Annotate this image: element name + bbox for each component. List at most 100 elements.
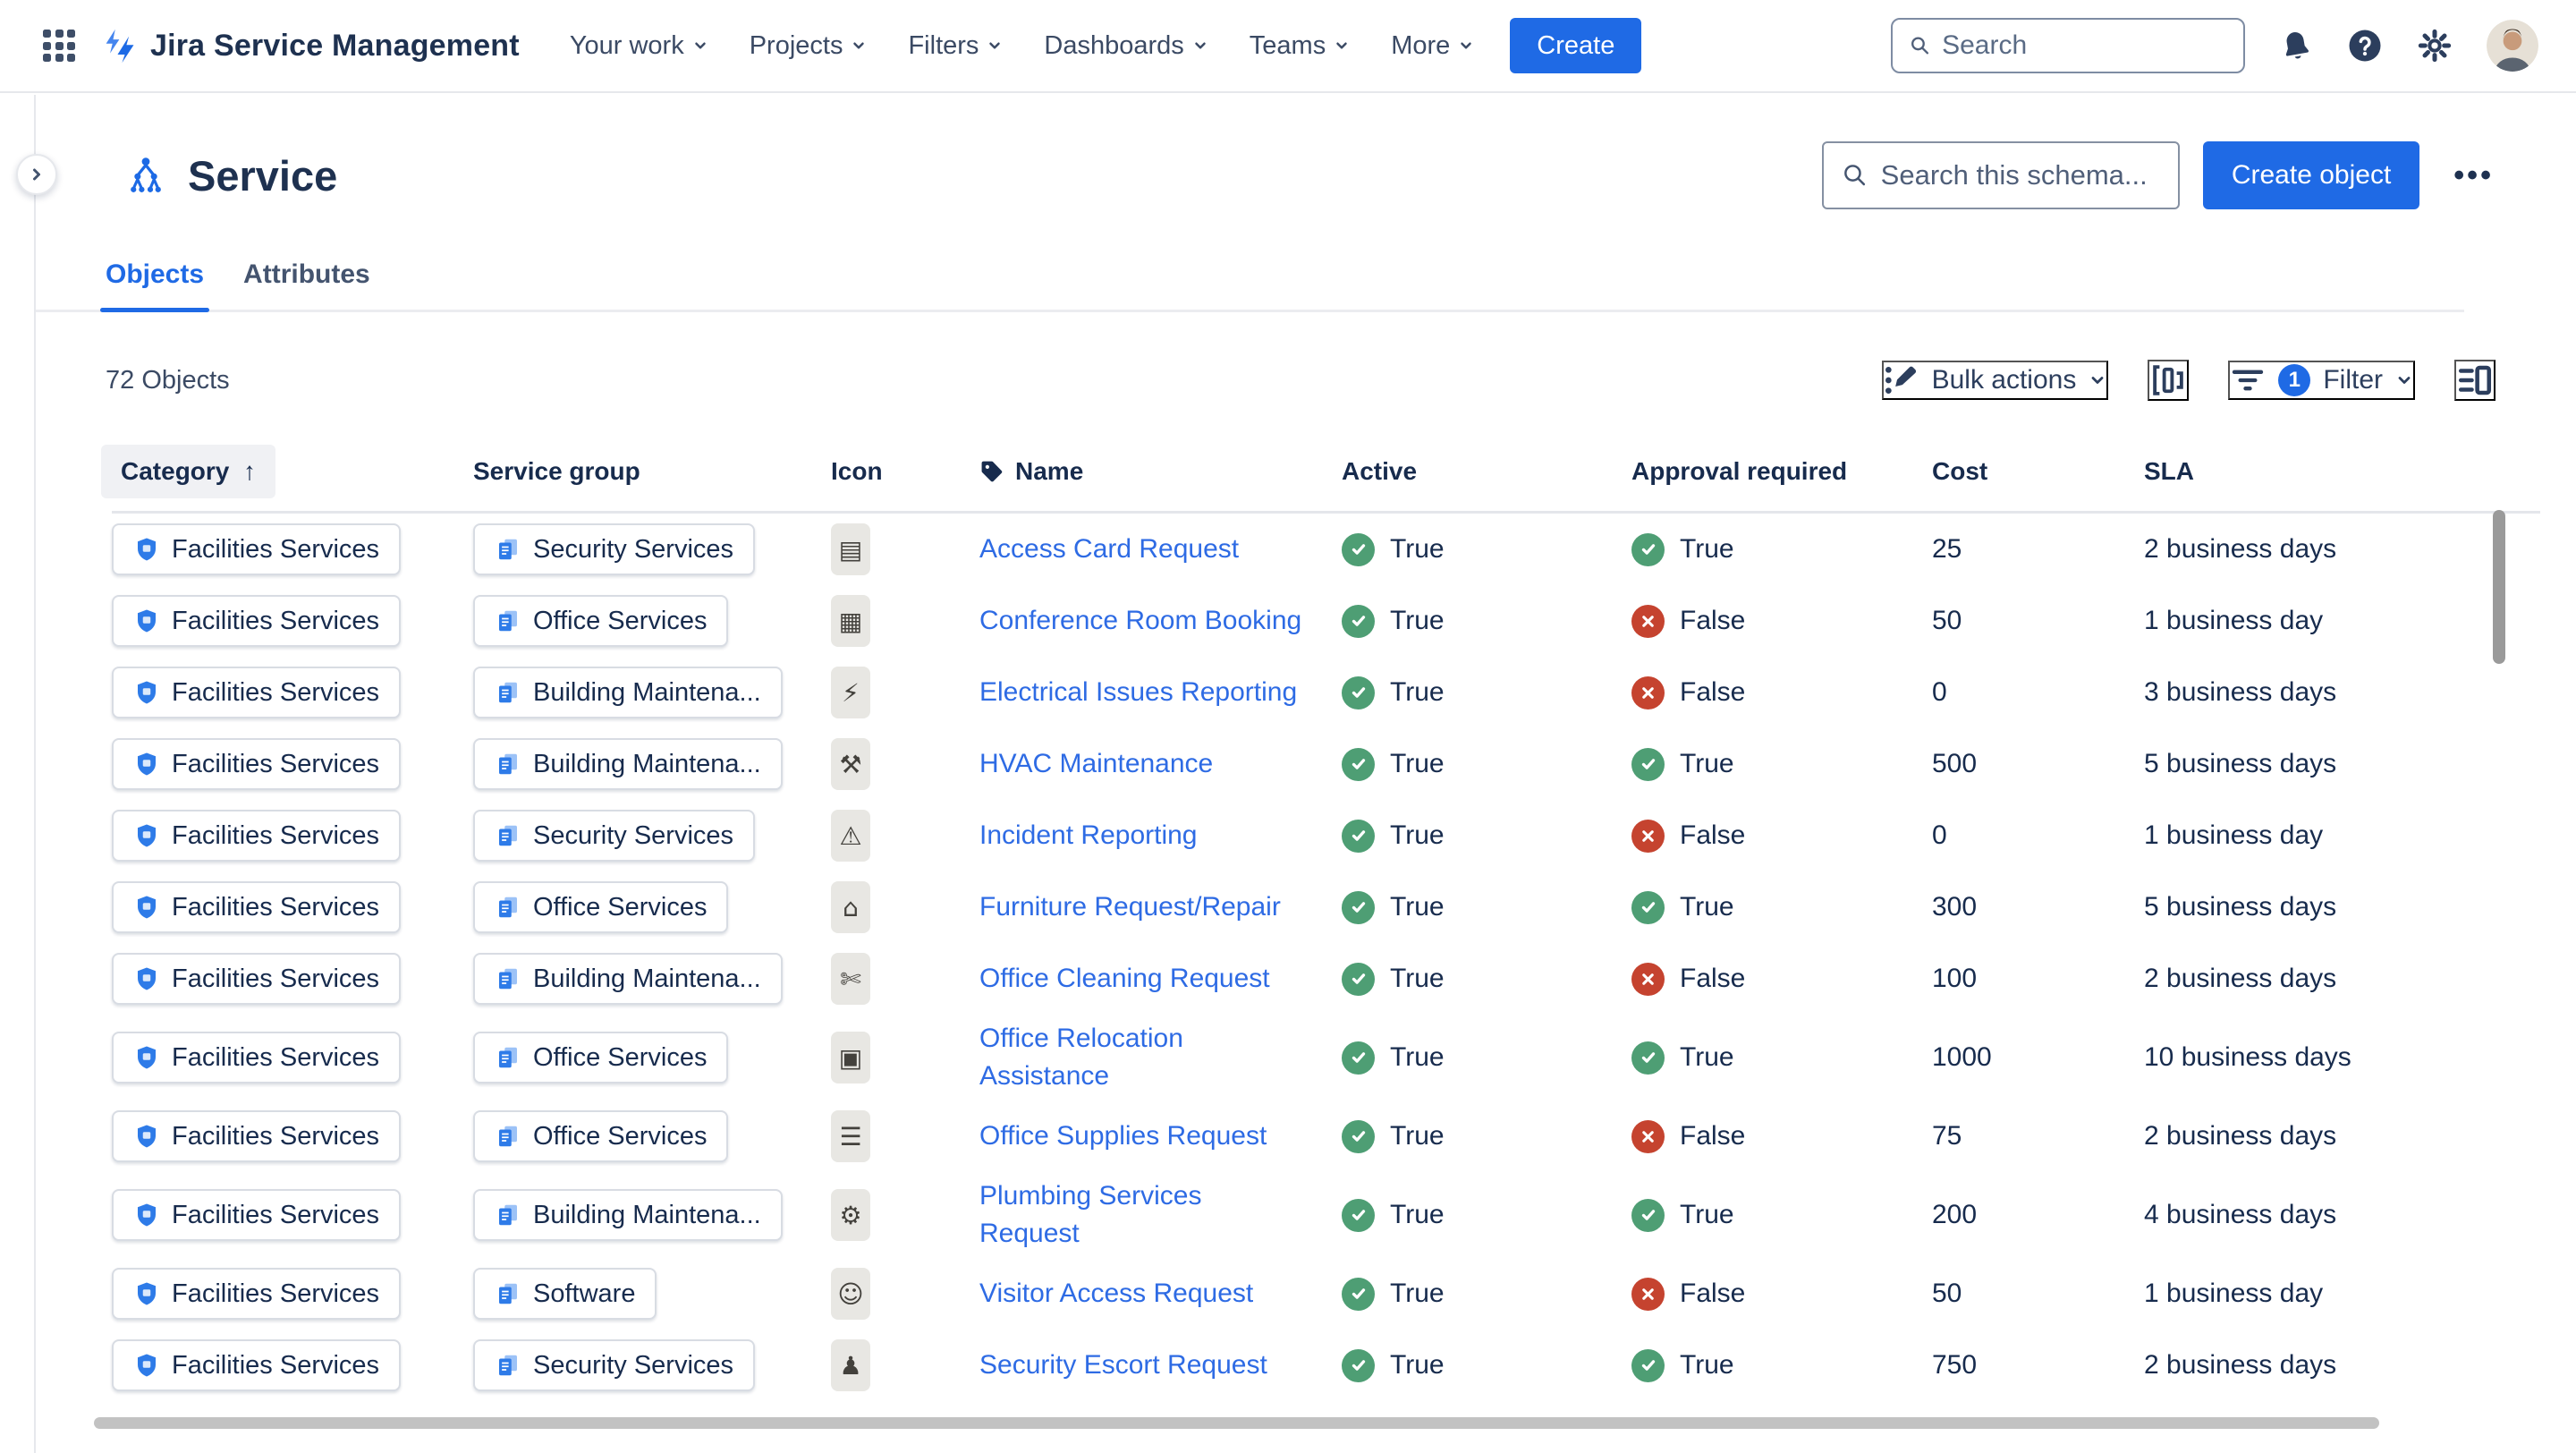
- objects-table: Category ↑ Service group Icon Name Activ…: [112, 445, 2540, 1401]
- settings-gear-icon[interactable]: [2417, 28, 2453, 64]
- service-group-chip[interactable]: Building Maintena...: [473, 953, 783, 1005]
- object-name-link[interactable]: Office Relocation Assistance: [979, 1024, 1183, 1091]
- object-name-link[interactable]: HVAC Maintenance: [979, 749, 1213, 778]
- active-value: True: [1390, 1121, 1445, 1151]
- column-header-service-group[interactable]: Service group: [473, 457, 831, 486]
- nav-item-teams[interactable]: Teams: [1250, 31, 1350, 61]
- tab-bar: Objects Attributes: [36, 259, 2464, 312]
- status-badge: [1342, 748, 1375, 781]
- app-switcher-icon[interactable]: [43, 30, 75, 62]
- category-label: Facilities Services: [172, 1351, 379, 1381]
- object-name-link[interactable]: Plumbing Services Request: [979, 1181, 1201, 1248]
- filter-button[interactable]: 1 Filter: [2228, 361, 2415, 400]
- status-badge: [1342, 1041, 1375, 1075]
- column-header-approval-required[interactable]: Approval required: [1631, 457, 1932, 486]
- check-icon: [1349, 969, 1368, 989]
- object-name-link[interactable]: Office Supplies Request: [979, 1121, 1267, 1151]
- category-chip[interactable]: Facilities Services: [112, 881, 401, 933]
- create-object-button[interactable]: Create object: [2203, 141, 2419, 209]
- category-chip[interactable]: Facilities Services: [112, 595, 401, 647]
- category-chip[interactable]: Facilities Services: [112, 1339, 401, 1391]
- tab-attributes[interactable]: Attributes: [243, 259, 370, 310]
- active-value: True: [1390, 677, 1445, 708]
- global-search-input[interactable]: [1942, 30, 2227, 61]
- category-chip[interactable]: Facilities Services: [112, 1268, 401, 1320]
- nav-item-your-work[interactable]: Your work: [570, 31, 708, 61]
- nav-item-dashboards[interactable]: Dashboards: [1044, 31, 1208, 61]
- global-search[interactable]: [1891, 18, 2245, 73]
- service-group-chip[interactable]: Office Services: [473, 1110, 728, 1162]
- category-chip[interactable]: Facilities Services: [112, 667, 401, 718]
- category-chip[interactable]: Facilities Services: [112, 953, 401, 1005]
- sla-cell: 1 business day: [2144, 1279, 2540, 1309]
- object-name-link[interactable]: Access Card Request: [979, 534, 1239, 564]
- category-chip[interactable]: Facilities Services: [112, 1110, 401, 1162]
- object-name-link[interactable]: Office Cleaning Request: [979, 964, 1270, 993]
- category-chip[interactable]: Facilities Services: [112, 810, 401, 862]
- service-group-chip[interactable]: Security Services: [473, 523, 755, 575]
- object-name-link[interactable]: Furniture Request/Repair: [979, 892, 1281, 922]
- horizontal-scrollbar-thumb[interactable]: [94, 1417, 2379, 1429]
- schema-search[interactable]: [1822, 141, 2180, 209]
- service-group-chip[interactable]: Office Services: [473, 881, 728, 933]
- category-chip[interactable]: Facilities Services: [112, 738, 401, 790]
- bulk-actions-button[interactable]: Bulk actions: [1882, 361, 2109, 400]
- service-group-chip[interactable]: Office Services: [473, 595, 728, 647]
- column-header-icon[interactable]: Icon: [831, 457, 979, 486]
- service-group-chip[interactable]: Security Services: [473, 1339, 755, 1391]
- status-badge: [1342, 605, 1375, 638]
- service-group-chip[interactable]: Building Maintena...: [473, 667, 783, 718]
- more-actions-button[interactable]: •••: [2443, 158, 2504, 193]
- jira-logo[interactable]: Jira Service Management: [98, 25, 520, 66]
- vertical-scrollbar-thumb[interactable]: [2493, 510, 2505, 664]
- nav-item-more[interactable]: More: [1391, 31, 1474, 61]
- shield-icon: [133, 679, 160, 706]
- column-header-name[interactable]: Name: [979, 457, 1342, 486]
- service-group-chip[interactable]: Security Services: [473, 810, 755, 862]
- category-chip[interactable]: Facilities Services: [112, 523, 401, 575]
- status-badge: [1631, 1278, 1665, 1311]
- object-name-link[interactable]: Electrical Issues Reporting: [979, 677, 1297, 707]
- sort-ascending-icon[interactable]: ↑: [243, 457, 256, 486]
- schema-search-input[interactable]: [1881, 159, 2160, 191]
- object-name-link[interactable]: Incident Reporting: [979, 820, 1198, 850]
- status-badge: [1342, 1278, 1375, 1311]
- column-header-sla[interactable]: SLA: [2144, 457, 2540, 486]
- check-icon: [1349, 1048, 1368, 1067]
- user-avatar[interactable]: [2487, 20, 2538, 72]
- sidebar-expand-button[interactable]: [16, 154, 57, 195]
- check-icon: [1639, 754, 1658, 774]
- status-badge: [1342, 891, 1375, 924]
- category-chip[interactable]: Facilities Services: [112, 1032, 401, 1083]
- chart-view-button[interactable]: [2148, 360, 2189, 401]
- nav-item-projects[interactable]: Projects: [750, 31, 868, 61]
- service-group-chip[interactable]: Software: [473, 1268, 657, 1320]
- table-row: Facilities Services Office Services ▣ Of…: [112, 1015, 2540, 1100]
- object-name-link[interactable]: Security Escort Request: [979, 1350, 1267, 1380]
- pages-icon: [495, 1280, 521, 1307]
- check-icon: [1349, 611, 1368, 631]
- service-group-chip[interactable]: Building Maintena...: [473, 738, 783, 790]
- column-header-active[interactable]: Active: [1342, 457, 1631, 486]
- pages-icon: [495, 1202, 521, 1228]
- service-group-chip[interactable]: Office Services: [473, 1032, 728, 1083]
- check-icon: [1349, 1355, 1368, 1375]
- object-name-link[interactable]: Visitor Access Request: [979, 1279, 1253, 1308]
- notifications-bell-icon[interactable]: [2279, 29, 2313, 63]
- service-group-chip[interactable]: Building Maintena...: [473, 1189, 783, 1241]
- approval-value: False: [1680, 1121, 1745, 1151]
- create-button[interactable]: Create: [1510, 18, 1641, 73]
- object-name-link[interactable]: Conference Room Booking: [979, 606, 1301, 635]
- column-header-cost[interactable]: Cost: [1932, 457, 2144, 486]
- table-row: Facilities Services Building Maintena...…: [112, 1172, 2540, 1258]
- table-row: Facilities Services Office Services ⌂ Fu…: [112, 871, 2540, 943]
- detail-view-button[interactable]: [2454, 360, 2496, 401]
- column-header-category[interactable]: Category ↑: [112, 445, 473, 498]
- category-label: Facilities Services: [172, 1122, 379, 1151]
- table-row: Facilities Services Building Maintena...…: [112, 728, 2540, 800]
- tab-objects[interactable]: Objects: [106, 259, 204, 310]
- category-chip[interactable]: Facilities Services: [112, 1189, 401, 1241]
- sla-cell: 2 business days: [2144, 964, 2540, 994]
- help-icon[interactable]: [2347, 28, 2383, 64]
- nav-item-filters[interactable]: Filters: [908, 31, 1003, 61]
